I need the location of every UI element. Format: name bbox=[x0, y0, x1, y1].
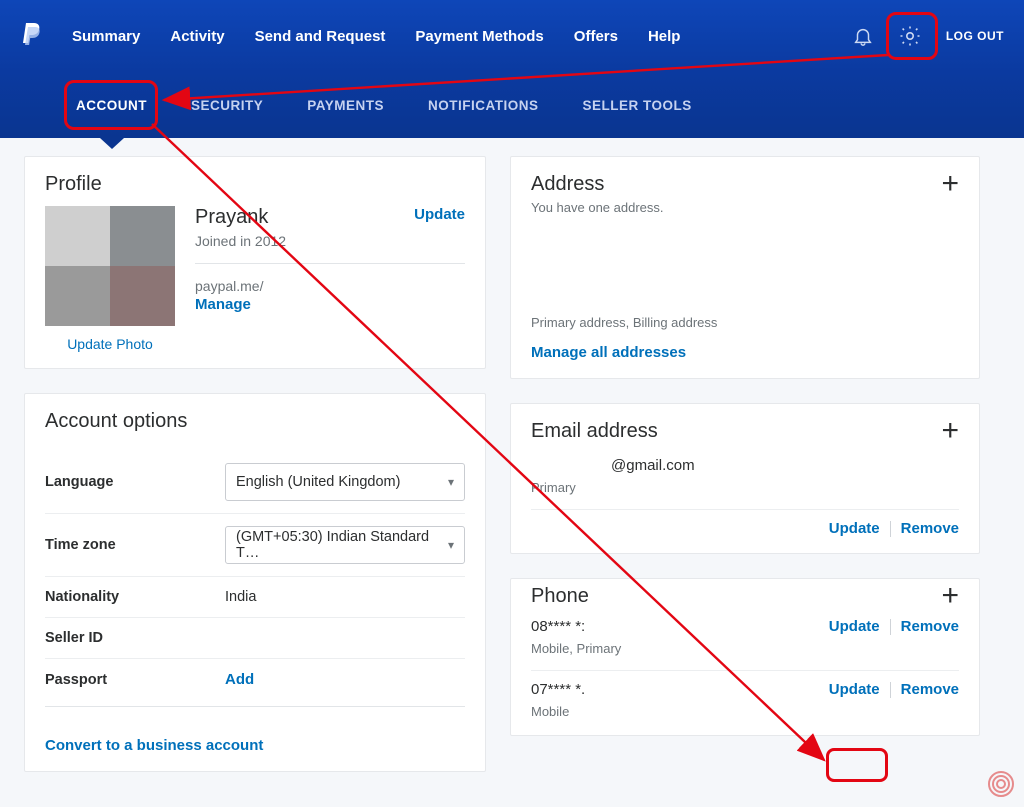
email-update-link[interactable]: Update bbox=[829, 520, 880, 537]
email-actions: Update Remove bbox=[531, 520, 959, 537]
convert-business-link[interactable]: Convert to a business account bbox=[45, 737, 263, 754]
phone-type-1: Mobile bbox=[531, 704, 585, 719]
profile-photo-column: Update Photo bbox=[45, 206, 175, 352]
divider bbox=[890, 682, 891, 698]
language-select[interactable]: English (United Kingdom) ▾ bbox=[225, 463, 465, 501]
address-subtitle: You have one address. bbox=[531, 200, 664, 215]
phone-item-0: 08**** *: Mobile, Primary Update Remove bbox=[531, 618, 959, 656]
profile-joined: Joined in 2012 bbox=[195, 233, 286, 249]
phone-type-0: Mobile, Primary bbox=[531, 641, 621, 656]
top-nav-links: Summary Activity Send and Request Paymen… bbox=[72, 28, 852, 45]
profile-card: Profile Update Photo Prayank Joined in 2… bbox=[24, 156, 486, 369]
option-sellerid-label: Seller ID bbox=[45, 630, 225, 646]
phone-title: Phone bbox=[531, 585, 589, 608]
tab-security[interactable]: SECURITY bbox=[191, 98, 263, 113]
settings-tabs: ACCOUNT SECURITY PAYMENTS NOTIFICATIONS … bbox=[0, 72, 1024, 138]
profile-photo[interactable] bbox=[45, 206, 175, 326]
logout-link[interactable]: LOG OUT bbox=[946, 29, 1004, 43]
add-address-button[interactable]: + bbox=[941, 173, 959, 195]
nav-offers[interactable]: Offers bbox=[574, 28, 618, 45]
option-language-row: Language English (United Kingdom) ▾ bbox=[45, 451, 465, 514]
option-passport-label: Passport bbox=[45, 672, 225, 688]
language-select-value: English (United Kingdom) bbox=[236, 474, 400, 490]
option-nationality-label: Nationality bbox=[45, 589, 225, 605]
nav-send-request[interactable]: Send and Request bbox=[255, 28, 386, 45]
option-nationality-row: Nationality India bbox=[45, 577, 465, 618]
address-primary-note: Primary address, Billing address bbox=[531, 315, 959, 330]
address-title: Address bbox=[531, 173, 664, 196]
account-options-title: Account options bbox=[45, 410, 465, 433]
option-nationality-value: India bbox=[225, 589, 256, 605]
option-sellerid-row: Seller ID bbox=[45, 618, 465, 659]
account-options-card: Account options Language English (United… bbox=[24, 393, 486, 772]
add-phone-button[interactable]: + bbox=[941, 585, 959, 607]
watermark-icon bbox=[986, 769, 1016, 799]
tab-account[interactable]: ACCOUNT bbox=[76, 98, 147, 113]
profile-name: Prayank bbox=[195, 206, 286, 229]
phone-0-remove-link[interactable]: Remove bbox=[901, 618, 959, 635]
phone-card: Phone + 08**** *: Mobile, Primary Update… bbox=[510, 578, 980, 736]
nav-help[interactable]: Help bbox=[648, 28, 681, 45]
tab-seller-tools[interactable]: SELLER TOOLS bbox=[583, 98, 692, 113]
gear-icon[interactable] bbox=[898, 24, 922, 48]
chevron-down-icon: ▾ bbox=[448, 538, 454, 552]
phone-number-0: 08**** *: bbox=[531, 618, 621, 635]
right-column: Address You have one address. + Primary … bbox=[510, 156, 980, 772]
phone-0-update-link[interactable]: Update bbox=[829, 618, 880, 635]
phone-1-remove-link[interactable]: Remove bbox=[901, 681, 959, 698]
tab-payments[interactable]: PAYMENTS bbox=[307, 98, 384, 113]
email-value: @gmail.com bbox=[611, 457, 959, 474]
nav-payment-methods[interactable]: Payment Methods bbox=[415, 28, 543, 45]
phone-item-1: 07**** *. Mobile Update Remove bbox=[531, 681, 959, 719]
add-email-button[interactable]: + bbox=[941, 420, 959, 442]
manage-addresses-link[interactable]: Manage all addresses bbox=[531, 344, 686, 361]
nav-activity[interactable]: Activity bbox=[170, 28, 224, 45]
timezone-select[interactable]: (GMT+05:30) Indian Standard T… ▾ bbox=[225, 526, 465, 564]
active-tab-caret-icon bbox=[100, 138, 124, 149]
tab-notifications[interactable]: NOTIFICATIONS bbox=[428, 98, 539, 113]
paypalme-manage-link[interactable]: Manage bbox=[195, 296, 251, 313]
content: Profile Update Photo Prayank Joined in 2… bbox=[0, 138, 1024, 772]
email-title: Email address bbox=[531, 420, 658, 443]
top-nav: Summary Activity Send and Request Paymen… bbox=[0, 0, 1024, 72]
divider bbox=[890, 521, 891, 537]
phone-1-update-link[interactable]: Update bbox=[829, 681, 880, 698]
profile-update-link[interactable]: Update bbox=[414, 206, 465, 223]
top-nav-right: LOG OUT bbox=[852, 24, 1004, 48]
left-column: Profile Update Photo Prayank Joined in 2… bbox=[24, 156, 486, 772]
passport-add-link[interactable]: Add bbox=[225, 671, 254, 688]
profile-title: Profile bbox=[45, 173, 465, 196]
timezone-select-value: (GMT+05:30) Indian Standard T… bbox=[236, 529, 448, 561]
address-card: Address You have one address. + Primary … bbox=[510, 156, 980, 379]
email-remove-link[interactable]: Remove bbox=[901, 520, 959, 537]
bell-icon[interactable] bbox=[852, 25, 874, 47]
option-passport-row: Passport Add bbox=[45, 659, 465, 700]
email-primary-tag: Primary bbox=[531, 480, 959, 495]
paypal-logo-icon[interactable] bbox=[20, 23, 42, 49]
email-card: Email address + @gmail.com Primary Updat… bbox=[510, 403, 980, 554]
nav-summary[interactable]: Summary bbox=[72, 28, 140, 45]
option-timezone-row: Time zone (GMT+05:30) Indian Standard T…… bbox=[45, 514, 465, 577]
divider bbox=[890, 619, 891, 635]
profile-info: Prayank Joined in 2012 Update paypal.me/… bbox=[195, 206, 465, 352]
update-photo-link[interactable]: Update Photo bbox=[45, 336, 175, 352]
chevron-down-icon: ▾ bbox=[448, 475, 454, 489]
phone-number-1: 07**** *. bbox=[531, 681, 585, 698]
option-language-label: Language bbox=[45, 474, 225, 490]
option-timezone-label: Time zone bbox=[45, 537, 225, 553]
paypalme-label: paypal.me/ bbox=[195, 278, 465, 294]
